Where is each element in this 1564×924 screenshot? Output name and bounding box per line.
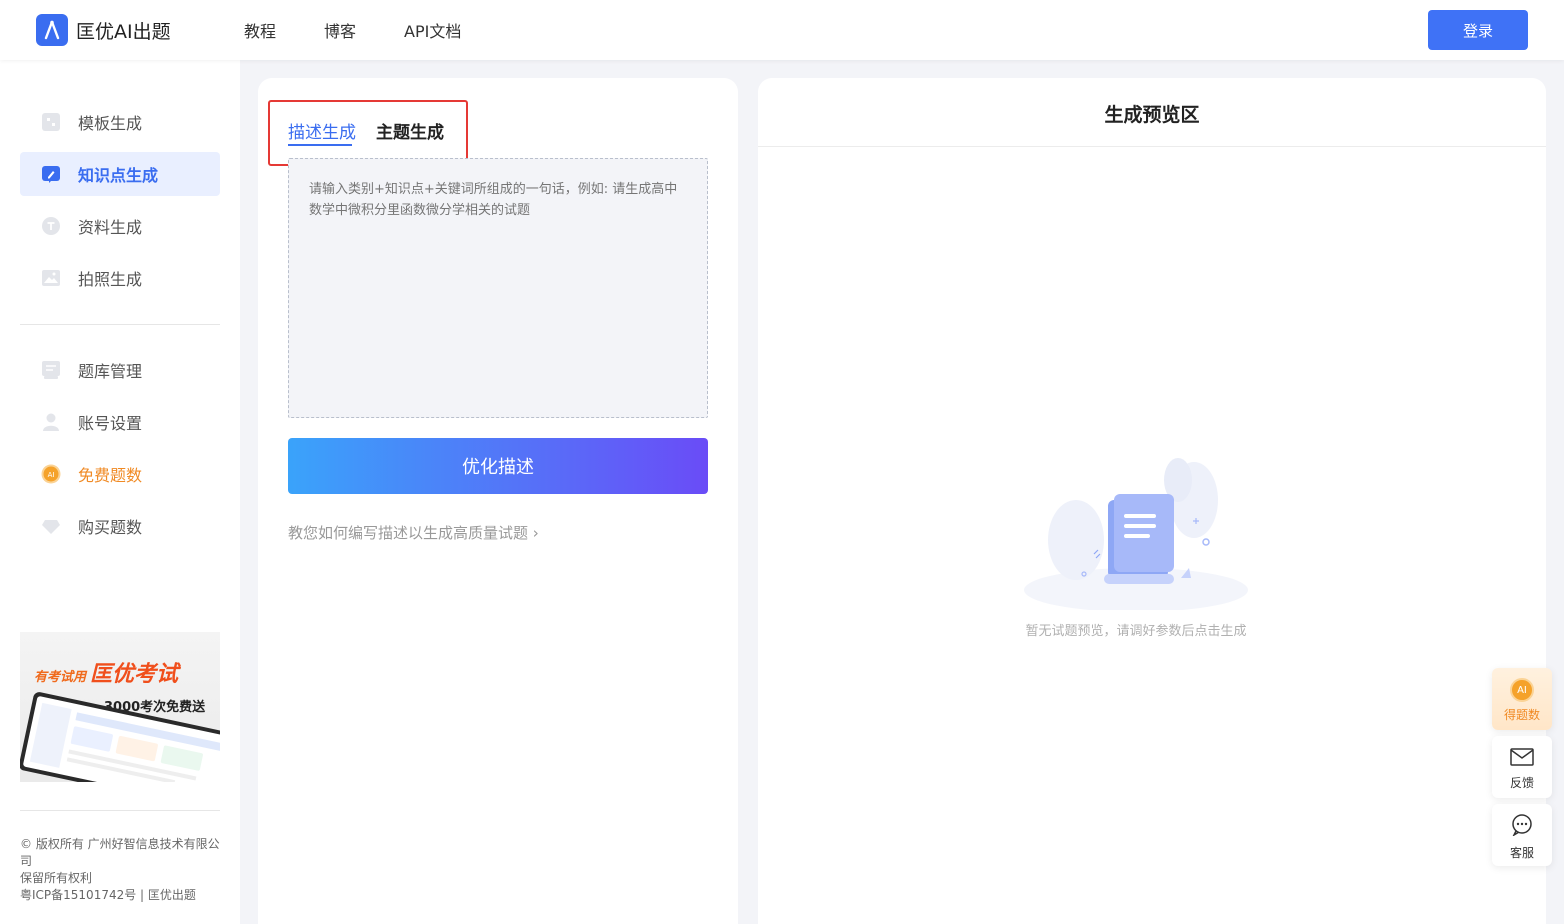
floating-service-label: 客服 xyxy=(1509,846,1534,860)
rights-text: 保留所有权利 xyxy=(20,871,93,885)
floating-points-button[interactable]: AI 得题数 xyxy=(1492,668,1552,730)
tab-topic[interactable]: 主题生成 xyxy=(376,118,444,143)
knowledge-edit-icon xyxy=(40,163,62,185)
top-header: 匡优AI出题 教程 博客 API文档 登录 xyxy=(0,0,1564,60)
promo-title: 有考试用 匡优考试 xyxy=(34,656,178,688)
sidebar-item-label: 免费题数 xyxy=(78,466,143,485)
sidebar-item-label: 购买题数 xyxy=(78,518,143,537)
floating-points-label: 得题数 xyxy=(1503,708,1540,722)
question-bank-icon xyxy=(40,359,62,381)
sidebar-divider xyxy=(20,810,220,811)
promo-big-text: 匡优考试 xyxy=(90,662,179,687)
floating-feedback-button[interactable]: 反馈 xyxy=(1492,736,1552,798)
mail-icon xyxy=(1510,748,1534,770)
howto-link[interactable]: 教您如何编写描述以生成高质量试题 › xyxy=(288,522,539,543)
floating-service-button[interactable]: 客服 xyxy=(1492,804,1552,866)
copyright-text: © 版权所有 广州好智信息技术有限公司 xyxy=(20,837,220,868)
sidebar-item-label: 资料生成 xyxy=(78,218,143,237)
diamond-icon xyxy=(40,515,62,537)
ai-coin-icon: AI xyxy=(1510,678,1534,702)
chat-icon xyxy=(1511,814,1533,840)
icp-text[interactable]: 粤ICP备15101742号 | 匡优出题 xyxy=(20,887,220,904)
nav-api-docs[interactable]: API文档 xyxy=(404,18,461,42)
sidebar-item-template[interactable]: 模板生成 xyxy=(20,100,220,144)
text-doc-icon xyxy=(40,215,62,237)
sidebar-item-free-count[interactable]: AI 免费题数 xyxy=(20,452,220,496)
sidebar-item-photo[interactable]: 拍照生成 xyxy=(20,256,220,300)
sidebar-item-label: 模板生成 xyxy=(78,114,143,133)
login-button[interactable]: 登录 xyxy=(1428,10,1528,50)
empty-state-illustration xyxy=(1016,450,1256,612)
ai-coin-icon: AI xyxy=(40,463,62,485)
nav-tutorial[interactable]: 教程 xyxy=(244,18,276,42)
sidebar-item-knowledge[interactable]: 知识点生成 xyxy=(20,152,220,196)
sidebar: 模板生成 知识点生成 资料生成 拍照生成 题库管理 账号设置 AI 免费题数 购… xyxy=(0,60,240,924)
active-tab-indicator xyxy=(288,144,352,146)
sidebar-item-account[interactable]: 账号设置 xyxy=(20,400,220,444)
floating-feedback-label: 反馈 xyxy=(1509,776,1534,790)
sidebar-item-label: 知识点生成 xyxy=(78,166,159,185)
preview-divider xyxy=(758,146,1546,147)
template-icon xyxy=(40,111,62,133)
app-name: 匡优AI出题 xyxy=(76,20,171,43)
preview-title: 生成预览区 xyxy=(1104,104,1200,126)
sidebar-item-label: 题库管理 xyxy=(78,362,143,381)
user-icon xyxy=(40,411,62,433)
nav-blog[interactable]: 博客 xyxy=(324,18,356,42)
sidebar-item-label: 拍照生成 xyxy=(78,270,143,289)
sidebar-item-label: 账号设置 xyxy=(78,414,143,433)
preview-panel: 生成预览区 暂无试题预览，请调好参数后点击生成 xyxy=(758,78,1546,924)
svg-text:AI: AI xyxy=(48,471,55,479)
logo-icon xyxy=(36,14,68,46)
photo-icon xyxy=(40,267,62,289)
app-logo[interactable]: 匡优AI出题 xyxy=(36,14,171,46)
top-nav: 教程 博客 API文档 xyxy=(244,0,509,60)
promo-banner[interactable]: 有考试用 匡优考试 3000考次免费送 xyxy=(20,632,220,782)
sidebar-divider xyxy=(20,324,220,325)
sidebar-item-buy-count[interactable]: 购买题数 xyxy=(20,504,220,548)
sidebar-item-question-bank[interactable]: 题库管理 xyxy=(20,348,220,392)
empty-state-text: 暂无试题预览，请调好参数后点击生成 xyxy=(1025,624,1247,639)
optimize-description-button[interactable]: 优化描述 xyxy=(288,438,708,494)
description-input[interactable] xyxy=(288,158,708,418)
editor-panel: 描述生成 主题生成 优化描述 教您如何编写描述以生成高质量试题 › xyxy=(258,78,738,924)
tab-description[interactable]: 描述生成 xyxy=(288,118,356,143)
sidebar-item-material[interactable]: 资料生成 xyxy=(20,204,220,248)
promo-small-text: 有考试用 xyxy=(34,670,87,685)
